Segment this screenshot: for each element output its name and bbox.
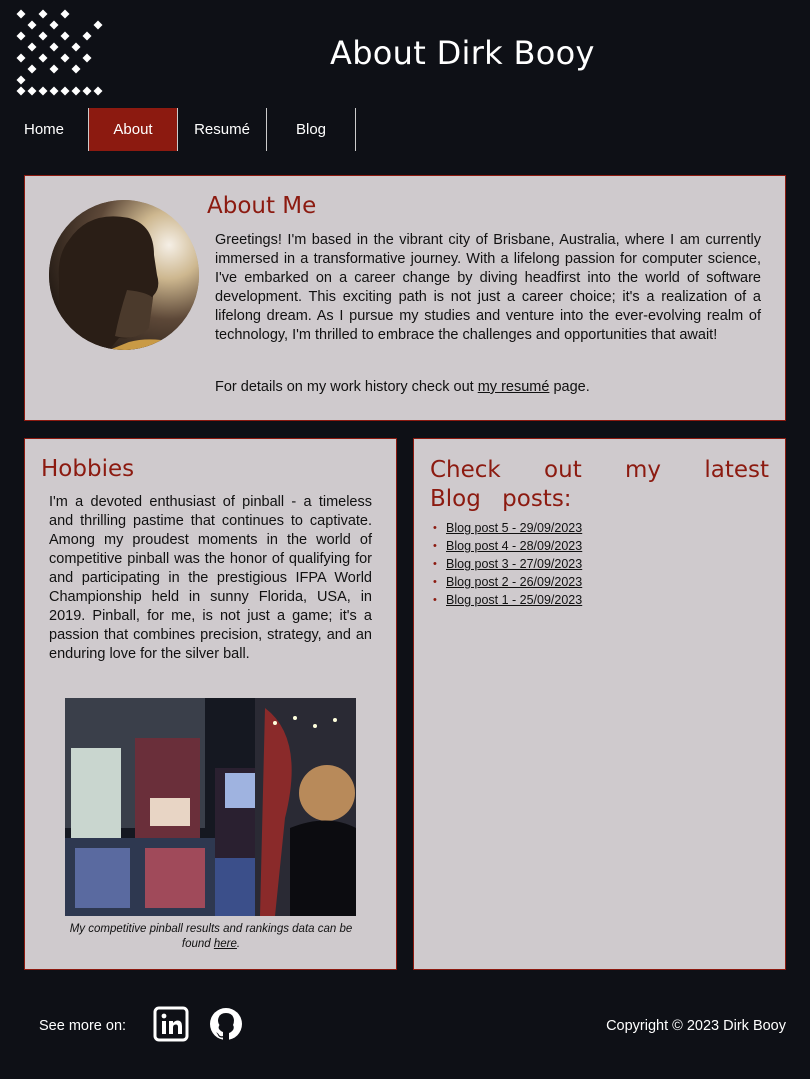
avatar [49,200,199,350]
site-logo[interactable] [14,8,104,96]
logo-diamond [60,31,70,41]
photo-caption: My competitive pinball results and ranki… [61,922,361,952]
about-heading: About Me [207,193,317,219]
logo-diamond [49,64,59,74]
logo-diamond [71,86,81,96]
nav-item-blog[interactable]: Blog [267,108,356,151]
hobbies-paragraph: I'm a devoted enthusiast of pinball - a … [49,494,372,662]
about-detail-suffix: page. [549,379,590,395]
logo-diamond [38,53,48,63]
blog-panel: Check out my latest Blog posts: Blog pos… [413,438,786,970]
blog-post-link[interactable]: Blog post 5 - 29/09/2023 [446,521,582,535]
logo-diamond [38,9,48,19]
about-panel: About Me Greetings! I'm based in the vib… [24,175,786,421]
logo-diamond [49,42,59,52]
blog-post-link[interactable]: Blog post 1 - 25/09/2023 [446,593,582,607]
nav-item-home[interactable]: Home [0,108,89,151]
logo-diamond [16,53,26,63]
blog-post-list: Blog post 5 - 29/09/2023 Blog post 4 - 2… [433,519,582,609]
logo-diamond [49,20,59,30]
caption-prefix: My competitive pinball results and ranki… [69,923,353,950]
logo-diamond [60,9,70,19]
blog-post-link[interactable]: Blog post 2 - 26/09/2023 [446,575,582,589]
nav-item-resume[interactable]: Resumé [178,108,267,151]
linkedin-icon[interactable] [153,1006,189,1042]
logo-diamond [71,42,81,52]
about-detail-prefix: For details on my work history check out [215,379,478,395]
logo-diamond [93,20,103,30]
page-title: About Dirk Booy [330,34,595,72]
logo-diamond [16,9,26,19]
github-icon[interactable] [208,1006,244,1042]
logo-diamond [27,64,37,74]
logo-diamond [27,86,37,96]
logo-diamond [71,64,81,74]
list-item: Blog post 2 - 26/09/2023 [433,573,582,591]
diamond-pattern-logo-icon [16,9,103,96]
logo-diamond [82,53,92,63]
caption-suffix: . [236,938,241,950]
logo-diamond [16,75,26,85]
logo-diamond [60,53,70,63]
logo-diamond [27,20,37,30]
list-item: Blog post 1 - 25/09/2023 [433,591,582,609]
see-more-label: See more on: [39,1018,127,1034]
pinball-photo [65,698,356,916]
logo-diamond [38,31,48,41]
logo-diamond [82,86,92,96]
logo-diamond [16,86,26,96]
blog-post-link[interactable]: Blog post 4 - 28/09/2023 [446,539,582,553]
logo-diamond [38,86,48,96]
resume-link[interactable]: my resumé [478,379,550,395]
list-item: Blog post 5 - 29/09/2023 [433,519,582,537]
hobbies-heading: Hobbies [41,456,135,482]
list-item: Blog post 3 - 27/09/2023 [433,555,582,573]
list-item: Blog post 4 - 28/09/2023 [433,537,582,555]
main-nav: Home About Resumé Blog [0,108,356,151]
copyright-text: Copyright © 2023 Dirk Booy [606,1018,786,1034]
about-paragraph: Greetings! I'm based in the vibrant city… [215,232,761,343]
logo-diamond [93,86,103,96]
logo-diamond [82,31,92,41]
about-detail: For details on my work history check out… [215,379,590,395]
nav-item-about[interactable]: About [89,108,178,151]
pinball-results-link[interactable]: here [214,938,237,950]
blog-heading: Check out my latest Blog posts: [430,457,769,512]
profile-photo [49,200,199,350]
logo-diamond [49,86,59,96]
logo-diamond [16,31,26,41]
logo-diamond [60,86,70,96]
hobbies-panel: Hobbies I'm a devoted enthusiast of pinb… [24,438,397,970]
blog-post-link[interactable]: Blog post 3 - 27/09/2023 [446,557,582,571]
logo-diamond [27,42,37,52]
